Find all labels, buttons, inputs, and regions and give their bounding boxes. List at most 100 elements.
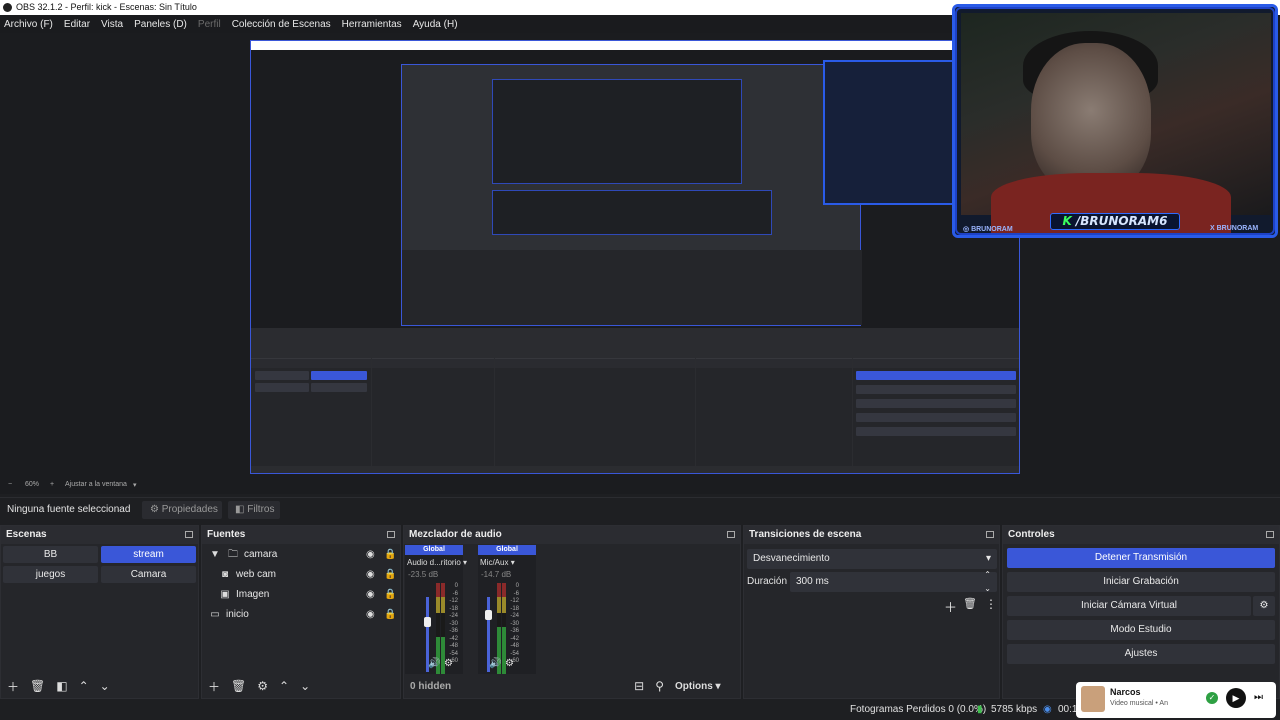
source-item-inicio[interactable]: ▭ inicio ◉ 🔒 [208, 606, 398, 624]
source-item-camara[interactable]: ▼ 🗀 camara ◉ 🔒 [208, 546, 398, 564]
source-name: web cam [236, 569, 277, 580]
chevron-up-icon[interactable]: ⌃ [79, 679, 89, 693]
menu-paneles[interactable]: Paneles (D) [134, 19, 187, 30]
zoom-fit-select[interactable]: Ajustar a la ventana [65, 481, 127, 488]
zoom-out-button[interactable]: − [8, 481, 12, 488]
trash-icon[interactable]: 🗑 [231, 679, 246, 693]
stop-streaming-button[interactable]: Detener Transmisión [1007, 548, 1275, 568]
lock-icon[interactable]: 🔒 [384, 546, 396, 564]
volume-fader-knob[interactable] [424, 617, 431, 627]
channel-name-select[interactable]: Audio d...ritorio ▾ [405, 558, 467, 567]
channel-db: -23.5 dB [408, 570, 439, 579]
controls-header: Controles [1003, 526, 1279, 544]
virtual-camera-settings-button[interactable]: ⚙ [1253, 596, 1275, 616]
menu-editar[interactable]: Editar [64, 19, 90, 30]
play-icon[interactable]: ▶ [1226, 688, 1246, 708]
add-icon[interactable]: ＋ [7, 678, 19, 695]
menu-archivo[interactable]: Archivo (F) [4, 19, 53, 30]
settings-button[interactable]: Ajustes [1007, 644, 1275, 664]
source-name: inicio [226, 609, 249, 620]
music-widget[interactable]: Narcos Video musical • An ✓ ▶ ⏭ [1076, 682, 1276, 718]
gear-icon[interactable]: ⚙ [505, 658, 514, 669]
duration-input[interactable]: 300 ms ⌃ ⌄ [790, 570, 997, 593]
undock-icon[interactable] [387, 531, 395, 538]
eye-icon[interactable]: ◉ [366, 566, 375, 584]
nested-preview-capture [250, 40, 1020, 474]
scene-item-stream[interactable]: stream [101, 546, 196, 563]
start-virtual-camera-button[interactable]: Iniciar Cámara Virtual [1007, 596, 1251, 616]
menu-vista[interactable]: Vista [101, 19, 123, 30]
settings-icon[interactable]: ⚲ [655, 679, 664, 693]
filter-icon[interactable]: ◧ [56, 679, 67, 693]
speaker-icon[interactable]: 🔊 [428, 658, 440, 669]
speaker-icon[interactable]: 🔊 [489, 658, 501, 669]
transitions-title: Transiciones de escena [749, 529, 862, 540]
zoom-in-button[interactable]: + [50, 481, 54, 488]
channel-name-select[interactable]: Mic/Aux ▾ [478, 558, 536, 567]
transitions-dock: Transiciones de escena Desvanecimiento ▾ … [743, 525, 1000, 699]
undock-icon[interactable] [1266, 531, 1274, 538]
image-icon: ▣ [220, 589, 230, 600]
properties-button[interactable]: ⚙ Propiedades [142, 501, 222, 519]
add-icon[interactable]: ＋ [208, 678, 220, 695]
mixer-title: Mezclador de audio [409, 529, 502, 540]
overlay-social-right: X BRUNORAM [1210, 225, 1259, 232]
chevron-up-icon[interactable]: ⌃ [279, 679, 289, 693]
add-icon[interactable]: ＋ [944, 597, 957, 616]
chevron-down-icon[interactable]: ⌄ [100, 679, 110, 693]
chevron-down-icon[interactable]: ▾ [133, 481, 137, 489]
gear-icon: ⚙ [150, 504, 159, 515]
source-item-imagen[interactable]: ▣ Imagen ◉ 🔒 [208, 586, 398, 604]
menu-herramientas[interactable]: Herramientas [342, 19, 402, 30]
sources-title: Fuentes [207, 529, 246, 540]
scene-item-juegos[interactable]: juegos [3, 566, 98, 583]
overlay-social-left-text: BRUNORAM [971, 226, 1013, 233]
undock-icon[interactable] [986, 531, 994, 538]
chevron-down-icon: ▾ [463, 558, 468, 567]
lock-icon[interactable]: 🔒 [384, 586, 396, 604]
chevron-down-icon[interactable]: ▼ [208, 546, 222, 564]
next-track-icon[interactable]: ⏭ [1254, 692, 1263, 703]
gear-icon[interactable]: ⚙ [444, 658, 453, 669]
transition-select[interactable]: Desvanecimiento ▾ [747, 549, 997, 569]
trash-icon[interactable]: 🗑 [963, 597, 977, 610]
options-button[interactable]: Options ▾ [675, 681, 721, 692]
filters-button[interactable]: ◧ Filtros [228, 501, 280, 519]
nested-preview-level3-docks [492, 190, 772, 235]
duration-label: Duración [747, 576, 788, 587]
lock-icon[interactable]: 🔒 [384, 566, 396, 584]
lock-icon[interactable]: 🔒 [384, 606, 396, 624]
db-tick: -30 [449, 620, 458, 627]
layout-icon[interactable]: ⊟ [634, 679, 644, 693]
zoom-percent: 60% [25, 481, 40, 488]
scene-item-camara[interactable]: Camara [101, 566, 196, 583]
audio-mixer-dock: Mezclador de audio Global Audio d...rito… [403, 525, 741, 699]
undock-icon[interactable] [185, 531, 193, 538]
undock-icon[interactable] [727, 531, 735, 538]
nested-controls-dock [853, 358, 1019, 466]
gear-icon[interactable]: ⚙ [257, 679, 268, 693]
trash-icon[interactable]: 🗑 [30, 679, 45, 693]
source-name: Imagen [236, 589, 270, 600]
nested-mixer-dock [495, 358, 695, 466]
nested-menu-bar [251, 50, 1019, 60]
spinner-icon[interactable]: ⌃ ⌄ [984, 568, 991, 596]
volume-fader-knob[interactable] [485, 610, 492, 620]
source-item-web-cam[interactable]: ◙ web cam ◉ 🔒 [208, 566, 398, 584]
scene-item-bb[interactable]: BB [3, 546, 98, 563]
eye-icon[interactable]: ◉ [366, 606, 375, 624]
nested-sources-dock [372, 358, 494, 466]
menu-perfil[interactable]: Perfil [198, 19, 221, 30]
menu-ayuda[interactable]: Ayuda (H) [413, 19, 458, 30]
more-icon[interactable]: ⋮ [985, 597, 997, 611]
menu-coleccion-escenas[interactable]: Colección de Escenas [232, 19, 331, 30]
eye-icon[interactable]: ◉ [366, 546, 375, 564]
db-tick: -6 [452, 590, 458, 597]
chevron-down-icon[interactable]: ⌄ [300, 679, 310, 693]
studio-mode-button[interactable]: Modo Estudio [1007, 620, 1275, 640]
gear-icon: ⚙ [1259, 600, 1269, 611]
eye-icon[interactable]: ◉ [366, 586, 375, 604]
chevron-down-icon: ▾ [510, 558, 515, 567]
start-recording-button[interactable]: Iniciar Grabación [1007, 572, 1275, 592]
db-tick: -24 [510, 613, 519, 619]
